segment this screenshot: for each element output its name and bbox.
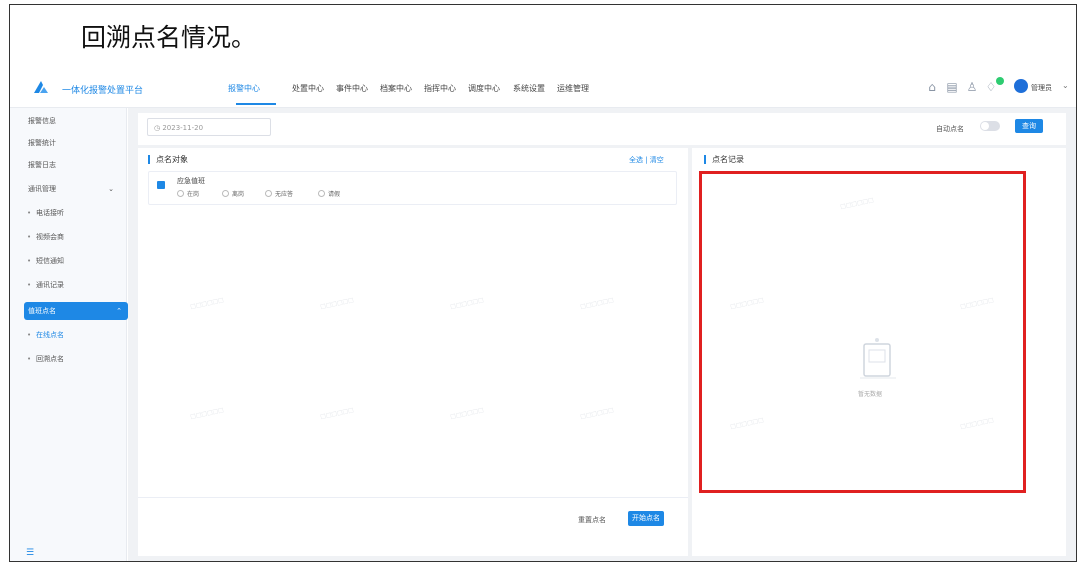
rollcall-record-title: 点名记录 — [704, 155, 744, 164]
sidebar-item-label: 在线点名 — [36, 331, 64, 339]
app-logo-icon — [34, 81, 48, 93]
panel-footer-divider — [138, 497, 688, 498]
sidebar-item-label: 报警日志 — [28, 161, 56, 169]
chevron-down-icon: ⌄ — [108, 185, 114, 193]
sidebar-item-label: 回溯点名 — [36, 355, 64, 363]
nav-item-command-center[interactable]: 指挥中心 — [424, 83, 456, 94]
sidebar-item-label: 短信通知 — [36, 257, 64, 265]
notification-badge — [996, 77, 1004, 85]
auto-rollcall-label: 自动点名 — [936, 125, 964, 133]
sidebar-item-retro-rollcall[interactable]: 回溯点名 — [10, 350, 126, 368]
start-rollcall-button[interactable]: 开始点名 — [628, 511, 664, 526]
sidebar-item-label: 报警信息 — [28, 117, 56, 125]
sidebar-item-label: 电话接听 — [36, 209, 64, 217]
sidebar-item-label: 值班点名 — [28, 307, 56, 315]
rollcall-target-card[interactable] — [148, 171, 677, 205]
nav-item-system-settings[interactable]: 系统设置 — [513, 83, 545, 94]
chevron-down-icon[interactable]: ⌄ — [1062, 81, 1069, 90]
target-name: 应急值班 — [177, 177, 205, 185]
sidebar-item-phone[interactable]: 电话接听 — [10, 204, 126, 222]
calendar-icon[interactable]: ▤ — [945, 80, 959, 94]
select-all-clear-links[interactable]: 全选 | 清空 — [629, 155, 664, 165]
rollcall-target-panel — [138, 148, 688, 556]
top-navigation-bar: 一体化报警处置平台 报警中心 处置中心 事件中心 档案中心 指挥中心 调度中心 … — [10, 71, 1076, 108]
user-icon[interactable]: ♙ — [965, 80, 979, 94]
avatar[interactable] — [1014, 79, 1028, 93]
sidebar-item-duty-rollcall[interactable]: 值班点名 ⌃ — [24, 302, 128, 320]
active-nav-indicator — [236, 103, 276, 105]
nav-item-ops-management[interactable]: 运维管理 — [557, 83, 589, 94]
sidebar-item-alarm-log[interactable]: 报警日志 — [10, 156, 126, 174]
chevron-up-icon: ⌃ — [116, 307, 122, 315]
date-value: 2023-11-20 — [162, 124, 204, 132]
app-title: 一体化报警处置平台 — [62, 86, 144, 96]
sidebar-item-video[interactable]: 视频会商 — [10, 228, 126, 246]
sidebar-item-sms[interactable]: 短信通知 — [10, 252, 126, 270]
sidebar-item-comm-records[interactable]: 通讯记录 — [10, 276, 126, 294]
sidebar-item-online-rollcall[interactable]: 在线点名 — [10, 326, 126, 344]
date-picker-input[interactable]: ◷ 2023-11-20 — [147, 118, 271, 136]
sidebar-item-label: 通讯管理 — [28, 185, 56, 193]
reset-button[interactable]: 重置点名 — [578, 515, 606, 525]
option-radio[interactable]: 在岗 — [177, 189, 199, 198]
sidebar-item-alarm-info[interactable]: 报警信息 — [10, 112, 126, 130]
sidebar-item-label: 报警统计 — [28, 139, 56, 147]
username[interactable]: 管理员 — [1031, 83, 1052, 93]
nav-item-dispatch-center[interactable]: 调度中心 — [468, 83, 500, 94]
query-button[interactable]: 查询 — [1015, 119, 1043, 133]
sidebar-item-alarm-stats[interactable]: 报警统计 — [10, 134, 126, 152]
rollcall-target-title: 点名对象 — [148, 155, 188, 164]
sidebar: 报警信息 报警统计 报警日志 通讯管理 ⌄ 电话接听 视频会商 短信通知 通讯记录… — [10, 108, 128, 561]
document-caption: 回溯点名情况。 — [81, 23, 257, 52]
sidebar-item-comm-management[interactable]: 通讯管理 ⌄ — [10, 180, 126, 198]
target-checkbox[interactable] — [157, 181, 165, 189]
nav-item-handling-center[interactable]: 处置中心 — [292, 83, 324, 94]
nav-item-archive-center[interactable]: 档案中心 — [380, 83, 412, 94]
home-icon[interactable]: ⌂ — [925, 80, 939, 94]
option-radio[interactable]: 请假 — [318, 189, 340, 198]
sidebar-item-label: 视频会商 — [36, 233, 64, 241]
annotation-highlight-box — [699, 171, 1026, 493]
menu-collapse-icon[interactable]: ☰ — [26, 549, 36, 558]
nav-item-event-center[interactable]: 事件中心 — [336, 83, 368, 94]
option-radio[interactable]: 离岗 — [222, 189, 244, 198]
sidebar-item-label: 通讯记录 — [36, 281, 64, 289]
option-radio[interactable]: 无应答 — [265, 189, 293, 198]
auto-rollcall-toggle[interactable] — [980, 121, 1000, 131]
nav-item-alarm-center[interactable]: 报警中心 — [228, 83, 260, 94]
filter-bar — [138, 113, 1066, 145]
